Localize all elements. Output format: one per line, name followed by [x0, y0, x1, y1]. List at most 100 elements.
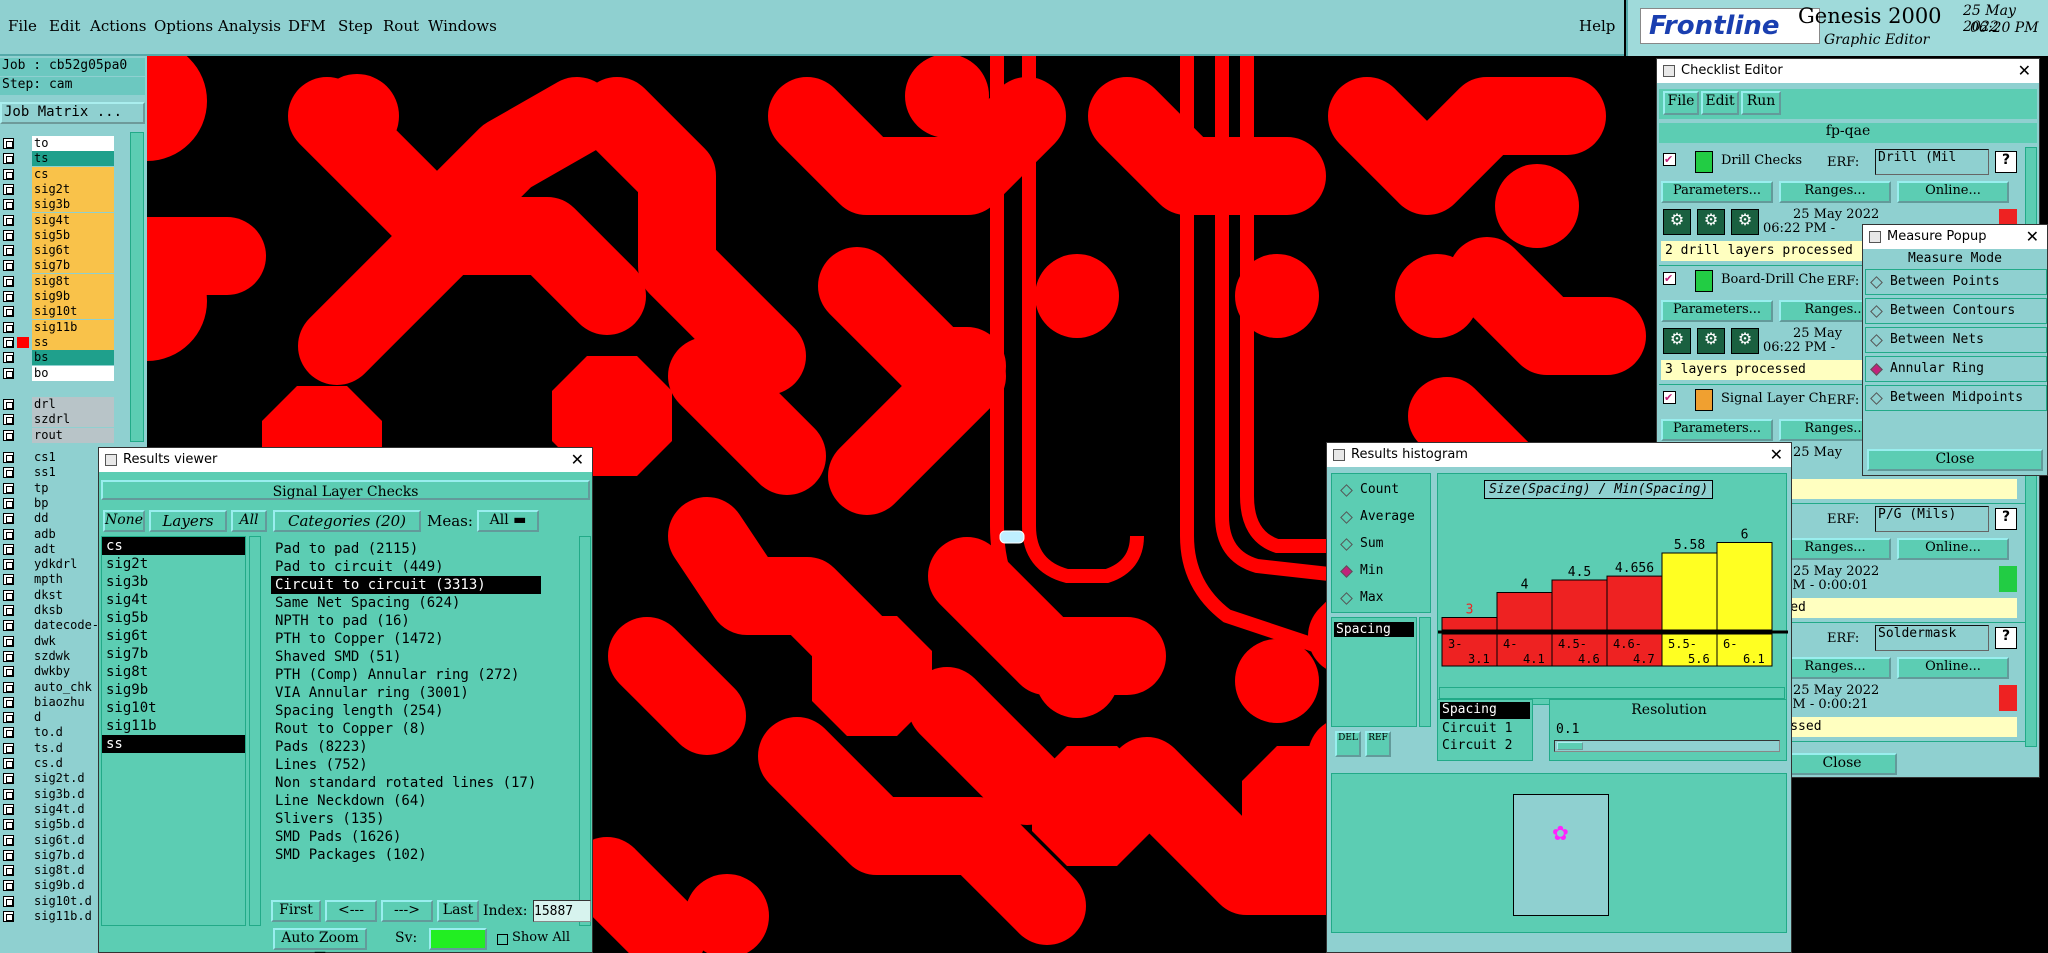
erf-field[interactable]: Soldermask — [1875, 625, 1989, 651]
type-item[interactable]: Circuit 2 — [1438, 738, 1532, 755]
layer-name[interactable]: sig11b — [32, 319, 114, 335]
menu-edit[interactable]: Edit — [49, 17, 80, 35]
run-icon[interactable]: ⚙ — [1731, 328, 1759, 354]
layer-row[interactable]: sig11b — [0, 319, 147, 335]
layer-checkbox[interactable] — [3, 229, 14, 241]
layer-checkbox[interactable] — [3, 138, 14, 149]
layer-name[interactable]: sig9b — [32, 289, 114, 304]
resolution-slider[interactable] — [1554, 740, 1780, 752]
layer-result-item[interactable]: sig11b — [102, 717, 245, 735]
layer-color-swatch[interactable] — [17, 245, 29, 257]
category-item[interactable]: PTH to Copper (1472) — [271, 630, 541, 648]
check-name[interactable]: Board-Drill Che — [1721, 272, 1824, 287]
layer-color-swatch[interactable] — [17, 306, 29, 318]
help-icon[interactable]: ? — [1995, 627, 2017, 649]
type-item[interactable]: Spacing — [1440, 702, 1530, 719]
layer-checkbox[interactable] — [3, 429, 14, 441]
layer-checkbox[interactable] — [3, 414, 14, 426]
category-item[interactable]: Pad to circuit (449) — [271, 558, 541, 576]
layer-color-swatch[interactable] — [17, 138, 29, 149]
layer-color-swatch[interactable] — [17, 229, 29, 241]
layer-checkbox[interactable] — [3, 399, 14, 410]
next-button[interactable]: ---> — [381, 900, 433, 922]
layer-name[interactable]: bs — [32, 350, 114, 366]
measure-titlebar[interactable]: Measure Popup ✕ — [1863, 225, 2047, 249]
layer-row[interactable]: sig4t — [0, 212, 147, 228]
show-all-checkbox[interactable] — [497, 934, 508, 945]
index-field[interactable] — [533, 900, 591, 922]
layer-checkbox[interactable] — [3, 803, 14, 815]
menu-file[interactable]: File — [8, 17, 37, 35]
layers-button[interactable]: Layers — [149, 510, 227, 532]
histogram-mode-option[interactable]: Count — [1336, 480, 1426, 502]
category-item[interactable]: Rout to Copper (8) — [271, 720, 541, 738]
layer-checkbox[interactable] — [3, 635, 14, 647]
layer-checkbox[interactable] — [3, 574, 14, 586]
layer-checkbox[interactable] — [3, 543, 14, 555]
layer-color-swatch[interactable] — [17, 168, 29, 180]
layer-result-item[interactable]: sig5b — [102, 609, 245, 627]
close-icon[interactable]: ✕ — [571, 448, 584, 472]
check-name[interactable]: Signal Layer Ch — [1721, 391, 1827, 406]
layer-row[interactable]: ts — [0, 151, 147, 167]
category-item[interactable]: Pads (8223) — [271, 738, 541, 756]
layer-checkbox[interactable] — [3, 819, 14, 831]
layer-result-item[interactable]: sig10t — [102, 699, 245, 717]
layer-row[interactable]: sig3b — [0, 197, 147, 213]
menu-rout[interactable]: Rout — [383, 17, 419, 35]
layer-name[interactable]: to — [32, 136, 114, 151]
layer-row[interactable]: sig8t — [0, 273, 147, 289]
online-button[interactable]: Online... — [1897, 181, 2009, 203]
layer-name[interactable]: ts — [32, 151, 114, 167]
layer-color-swatch[interactable] — [17, 153, 29, 165]
layer-checkbox[interactable] — [3, 260, 14, 272]
layer-row[interactable]: sig10t — [0, 304, 147, 320]
parameters-button[interactable]: Parameters... — [1661, 181, 1773, 203]
layer-result-item[interactable]: sig8t — [102, 663, 245, 681]
layer-result-item[interactable]: sig7b — [102, 645, 245, 663]
layer-checkbox[interactable] — [3, 321, 14, 333]
measure-type-list[interactable]: Spacing — [1331, 617, 1417, 727]
layer-row[interactable]: sig6t — [0, 243, 147, 259]
layer-result-item[interactable]: sig3b — [102, 573, 245, 591]
help-icon[interactable]: ? — [1995, 508, 2017, 530]
auto-zoom-select[interactable]: Auto Zoom ▬ — [273, 928, 367, 953]
measure-option[interactable]: Between Contours — [1865, 298, 2047, 324]
check-enable-checkbox[interactable]: ✔ — [1663, 153, 1676, 166]
layer-row[interactable]: bs — [0, 350, 147, 366]
layer-row[interactable]: to — [0, 136, 147, 151]
category-item[interactable]: Lines (752) — [271, 756, 541, 774]
histogram-mode-option[interactable]: Average — [1336, 507, 1426, 529]
histogram-bar[interactable] — [1716, 542, 1773, 631]
layer-name[interactable]: sig6t — [32, 243, 114, 259]
menu-analysis[interactable]: Analysis — [218, 17, 281, 35]
histogram-h-scrollbar[interactable] — [1439, 687, 1785, 699]
layer-checkbox[interactable] — [3, 336, 14, 348]
run-icon[interactable]: ⚙ — [1663, 209, 1691, 235]
layer-checkbox[interactable] — [3, 911, 14, 922]
layer-name[interactable]: sig2t — [32, 181, 114, 197]
run-icon[interactable]: ⚙ — [1731, 209, 1759, 235]
layer-result-item[interactable]: sig9b — [102, 681, 245, 699]
category-item[interactable]: Shaved SMD (51) — [271, 648, 541, 666]
layer-checkbox[interactable] — [3, 153, 14, 165]
category-item[interactable]: Pad to pad (2115) — [271, 540, 541, 558]
layer-checkbox[interactable] — [3, 199, 14, 211]
category-item[interactable]: NPTH to pad (16) — [271, 612, 541, 630]
category-item[interactable]: Same Net Spacing (624) — [271, 594, 541, 612]
layer-checkbox[interactable] — [3, 275, 14, 287]
menu-options[interactable]: Options — [154, 17, 213, 35]
checklist-menu-file[interactable]: File — [1663, 91, 1699, 115]
layer-color-swatch[interactable] — [17, 352, 29, 364]
erf-field[interactable]: Drill (Mil — [1875, 149, 1989, 175]
layer-name[interactable]: ss — [32, 334, 114, 350]
layer-row[interactable]: ss — [0, 334, 147, 350]
layer-name[interactable]: sig7b — [32, 258, 114, 274]
parameters-button[interactable]: Parameters... — [1661, 300, 1773, 322]
layer-name[interactable]: sig8t — [32, 273, 114, 289]
histogram-bar[interactable] — [1606, 575, 1663, 631]
menu-step[interactable]: Step — [338, 17, 373, 35]
job-matrix-button[interactable]: Job Matrix ... — [0, 102, 145, 124]
parameters-button[interactable]: Parameters... — [1661, 419, 1773, 441]
meas-select[interactable]: All ▬ — [477, 510, 539, 532]
